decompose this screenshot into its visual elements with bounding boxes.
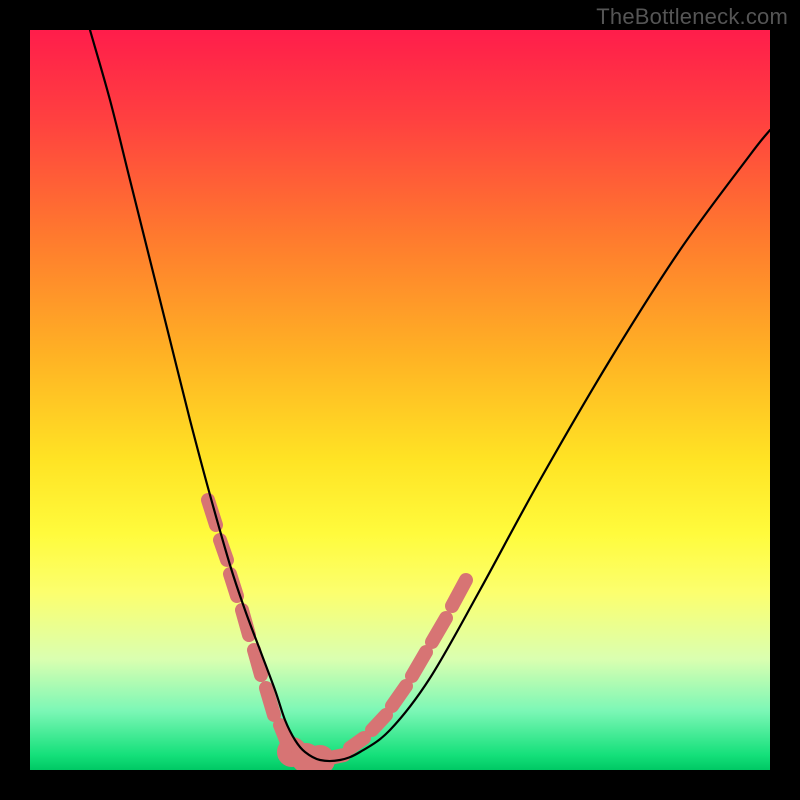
pink-segments-group [208, 500, 466, 768]
chart-frame: TheBottleneck.com [0, 0, 800, 800]
watermark-text: TheBottleneck.com [596, 4, 788, 30]
curve-svg [30, 30, 770, 770]
pink-segment [392, 686, 406, 706]
pink-segment [350, 738, 364, 748]
pink-segment [452, 580, 466, 606]
pink-segment [412, 652, 426, 676]
pink-segment [372, 715, 386, 730]
plot-area [30, 30, 770, 770]
pink-segment [432, 618, 446, 642]
pink-segment [254, 650, 261, 675]
pink-segment [266, 688, 274, 715]
